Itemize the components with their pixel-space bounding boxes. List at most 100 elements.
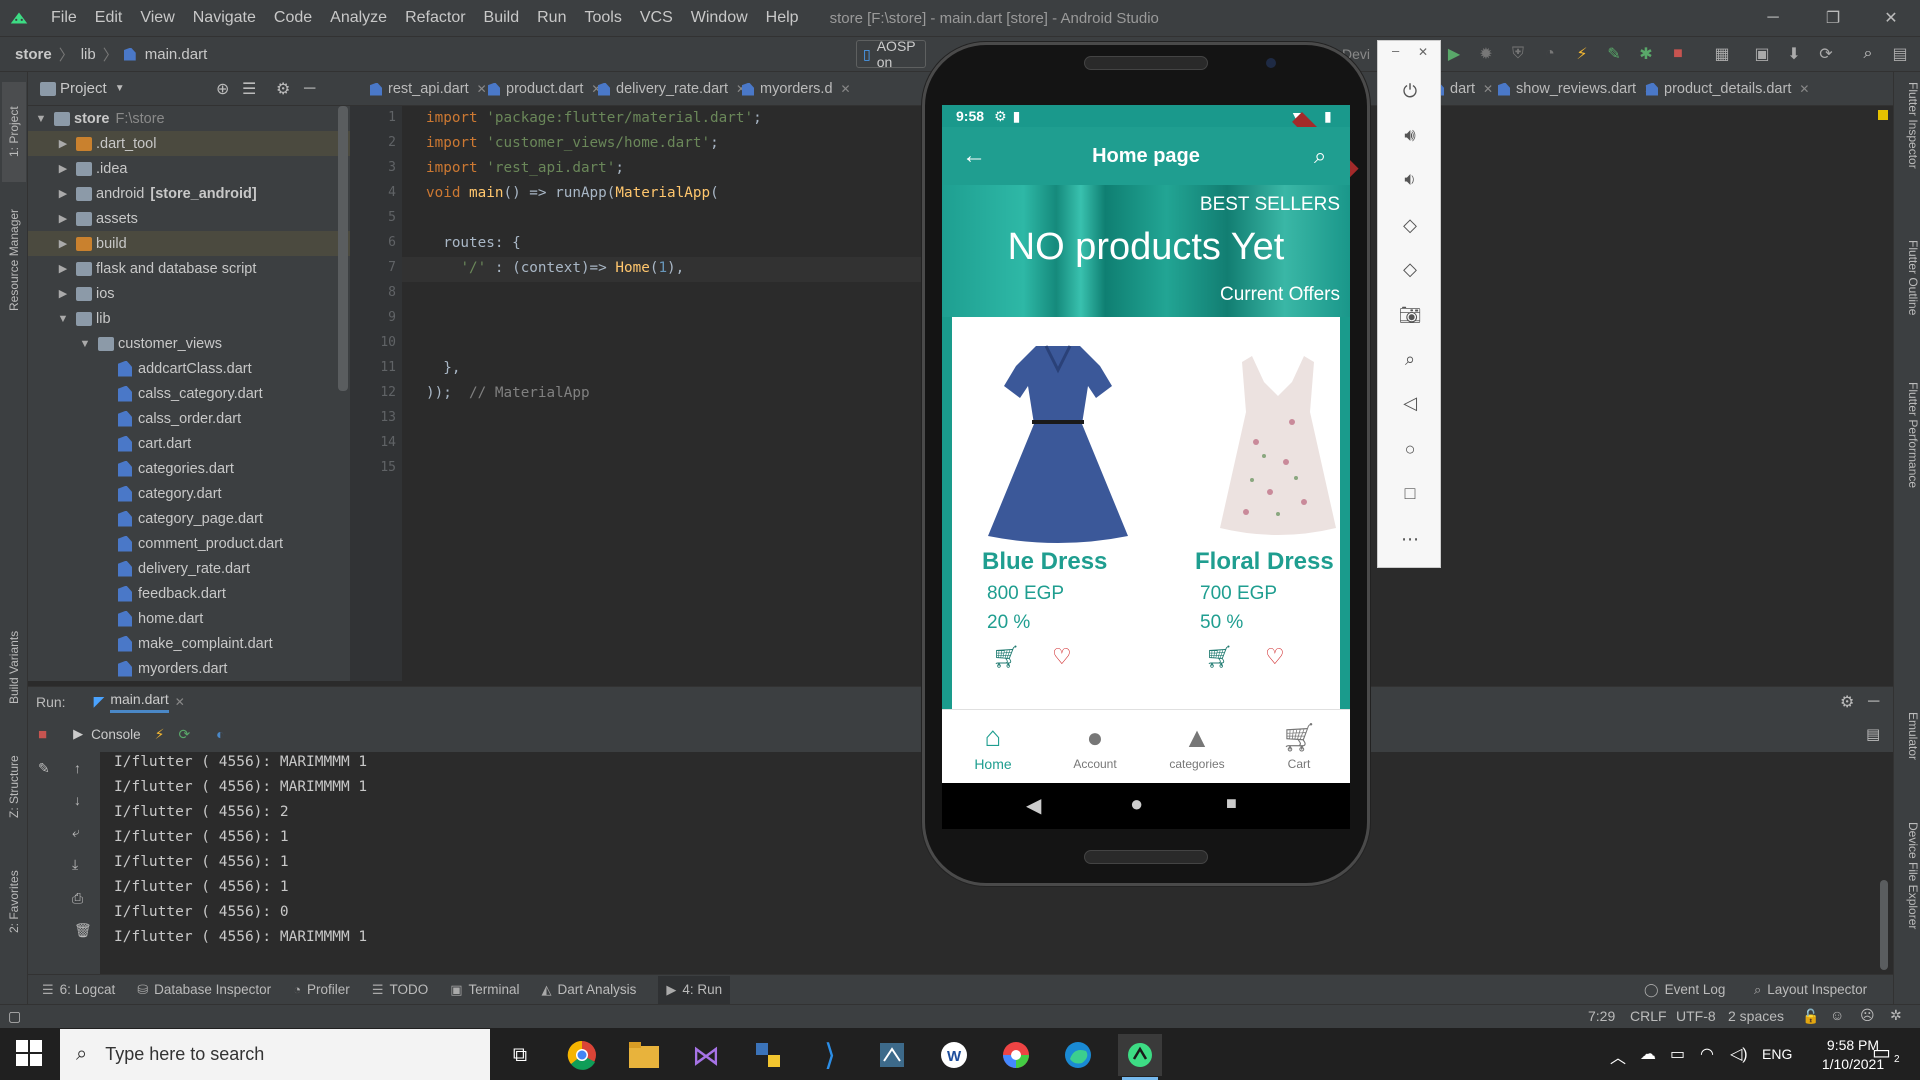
vscode-icon[interactable]: ⟩ [808, 1034, 852, 1076]
pin-icon[interactable]: ✎ [38, 760, 50, 777]
stop-icon[interactable]: ■ [38, 726, 47, 743]
tree-item[interactable]: myorders.dart [28, 656, 350, 681]
tool-dart-analysis[interactable]: ◭ Dart Analysis [542, 982, 637, 998]
console-scrollbar[interactable] [1880, 880, 1888, 970]
warning-marker[interactable] [1878, 110, 1888, 120]
tool-todo[interactable]: ☰ TODO [372, 982, 428, 998]
product-image-floral-dress[interactable] [1216, 352, 1340, 536]
android-studio-icon[interactable] [1118, 1034, 1162, 1076]
speaker-icon[interactable]: ◁) [1730, 1044, 1748, 1064]
notifications-icon[interactable]: ▭ [1872, 1040, 1891, 1065]
layout-icon[interactable]: ▤ [1866, 725, 1880, 743]
editor-tab[interactable]: myorders.d ✕ [730, 72, 859, 106]
volume-up-icon[interactable]: 🔊︎ [1398, 123, 1422, 147]
menu-item-vcs[interactable]: VCS [631, 0, 682, 36]
console-tab[interactable]: Console [91, 727, 141, 742]
menu-item-refactor[interactable]: Refactor [396, 0, 474, 36]
breadcrumb-project[interactable]: store [10, 46, 57, 63]
rotate-right-icon[interactable]: ◇ [1398, 257, 1422, 281]
chevron-down-icon[interactable]: ▼ [78, 338, 92, 350]
tree-item[interactable]: comment_product.dart [28, 531, 350, 556]
tab-favorites[interactable]: 2: Favorites [2, 852, 26, 952]
volume-down-icon[interactable]: 🔉︎ [1398, 167, 1422, 191]
breadcrumb-file[interactable]: main.dart [140, 46, 213, 63]
tree-item[interactable]: ▶ build [28, 231, 350, 256]
tree-item[interactable]: category.dart [28, 481, 350, 506]
sdk-manager-icon[interactable]: ⬇ [1782, 42, 1806, 66]
tree-item[interactable]: cart.dart [28, 431, 350, 456]
menu-item-help[interactable]: Help [757, 0, 808, 36]
caret-position[interactable]: 7:29 [1588, 1008, 1615, 1024]
hot-reload-icon[interactable]: ⚡ [1570, 42, 1594, 66]
tree-item[interactable]: ▼ customer_views [28, 331, 350, 356]
product-image-blue-dress[interactable] [978, 340, 1138, 544]
close-icon[interactable]: ✕ [175, 695, 185, 709]
tree-item[interactable]: make_complaint.dart [28, 631, 350, 656]
chevron-right-icon[interactable]: ▶ [56, 137, 70, 150]
tool-terminal[interactable]: ▣ Terminal [450, 982, 519, 998]
tree-item[interactable]: category_page.dart [28, 506, 350, 531]
nav-item-cart[interactable]: 🛒︎ Cart [1248, 710, 1350, 784]
device-selector[interactable]: ▯ AOSP on [856, 38, 926, 70]
tab-project[interactable]: 1: Project [2, 82, 26, 182]
hide-icon[interactable]: ─ [304, 80, 315, 98]
stop-icon[interactable]: ■ [1666, 42, 1690, 66]
debug-icon[interactable]: ✹ [1474, 42, 1498, 66]
trash-icon[interactable]: 🗑 [74, 922, 92, 939]
tool-logcat[interactable]: ☰ 6: Logcat [42, 982, 115, 998]
menu-item-analyze[interactable]: Analyze [321, 0, 396, 36]
locate-icon[interactable]: ⊕ [216, 79, 229, 99]
editor-tab[interactable]: product_details.dart ✕ [1634, 72, 1817, 106]
menu-item-window[interactable]: Window [682, 0, 757, 36]
menu-item-code[interactable]: Code [265, 0, 321, 36]
chevron-down-icon[interactable]: ▼ [115, 83, 125, 94]
menu-item-navigate[interactable]: Navigate [184, 0, 265, 36]
overview-icon[interactable]: □ [1398, 481, 1422, 505]
tree-item[interactable]: ▶ flask and database script [28, 256, 350, 281]
tree-item[interactable]: addcartClass.dart [28, 356, 350, 381]
restore-button[interactable]: ❐ [1804, 0, 1862, 36]
nav-item-categories[interactable]: ▲ categories [1146, 710, 1248, 784]
wifi-icon[interactable]: ◠ [1700, 1044, 1714, 1064]
add-to-cart-icon[interactable]: 🛒︎ [992, 644, 1020, 670]
close-button[interactable]: ✕ [1862, 0, 1920, 36]
heart-icon[interactable]: ♡ [1052, 644, 1072, 670]
tree-item[interactable]: categories.dart [28, 456, 350, 481]
status-toggle-icon[interactable]: ▢ [8, 1008, 21, 1025]
search-icon[interactable]: ⌕ [1314, 143, 1326, 169]
hide-icon[interactable]: ─ [1868, 693, 1879, 711]
chevron-right-icon[interactable]: ▶ [56, 287, 70, 300]
breadcrumb-folder[interactable]: lib [76, 46, 101, 63]
minimize-button[interactable]: ─ [1744, 0, 1802, 36]
tree-item[interactable]: delivery_rate.dart [28, 556, 350, 581]
scroll-to-end-icon[interactable]: ⤓ [72, 856, 78, 873]
menu-item-edit[interactable]: Edit [86, 0, 132, 36]
language-indicator[interactable]: ENG [1762, 1046, 1792, 1062]
settings-icon[interactable]: ▤ [1888, 42, 1912, 66]
zoom-icon[interactable]: ⌕ [1398, 347, 1422, 371]
tree-item[interactable]: ▶ ios [28, 281, 350, 306]
power-icon[interactable]: ⏻ [1398, 79, 1422, 103]
gradle-sync-icon[interactable]: ⟳ [1814, 42, 1838, 66]
up-arrow-icon[interactable]: ↑ [74, 760, 81, 776]
chevron-right-icon[interactable]: ▶ [56, 237, 70, 250]
tree-item[interactable]: ▶ .dart_tool [28, 131, 350, 156]
home-circle-icon[interactable]: ● [1130, 791, 1143, 817]
apply-changes-icon[interactable]: ✎ [1602, 42, 1626, 66]
menu-item-build[interactable]: Build [475, 0, 529, 36]
chevron-right-icon[interactable]: ▶ [56, 262, 70, 275]
color-picker-icon[interactable] [994, 1034, 1038, 1076]
tool-run[interactable]: ▶ 4: Run [658, 975, 731, 1004]
add-to-cart-icon[interactable]: 🛒︎ [1205, 644, 1233, 670]
tab-flutter-performance[interactable]: Flutter Performance [1896, 382, 1920, 562]
chevron-right-icon[interactable]: ▶ [56, 162, 70, 175]
tree-item[interactable]: ▶ assets [28, 206, 350, 231]
chevron-right-icon[interactable]: ▶ [56, 212, 70, 225]
collapse-icon[interactable]: ☰ [242, 79, 256, 99]
chevron-down-icon[interactable]: ▼ [56, 313, 70, 325]
close-icon[interactable]: ✕ [1799, 82, 1809, 96]
menu-item-run[interactable]: Run [528, 0, 575, 36]
avd-manager-icon[interactable]: ▣ [1750, 42, 1774, 66]
hot-reload-icon[interactable]: ⚡ [155, 726, 165, 743]
attach-debugger-icon[interactable]: ✱ [1634, 42, 1658, 66]
